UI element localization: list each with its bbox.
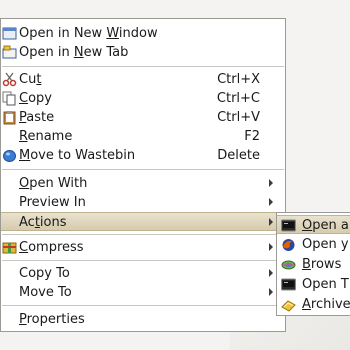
menu-item-paste[interactable]: Paste Ctrl+V [1, 108, 285, 127]
menu-item-move-to[interactable]: Move To [1, 283, 285, 302]
scissors-icon [2, 72, 17, 87]
submenu-arrow-icon [269, 269, 273, 277]
copy-icon [2, 91, 16, 106]
shortcut-label: Ctrl+V [217, 110, 260, 125]
firefox-icon [282, 239, 295, 251]
menu-item-open-with[interactable]: Open With [1, 174, 285, 193]
compress-icon [2, 242, 17, 254]
menu-item-open-new-window[interactable]: Open in New Window [1, 24, 285, 43]
menu-item-label: Paste [19, 110, 55, 125]
submenu-item-label: Open T [302, 277, 349, 292]
menu-item-label: Move to Wastebin [19, 148, 136, 163]
menu-item-label: Open in New Tab [19, 45, 129, 60]
shortcut-label: F2 [244, 129, 260, 144]
menu-separator [2, 234, 284, 235]
menu-separator [2, 305, 284, 306]
menu-item-label: Open With [19, 176, 88, 191]
tab-icon [2, 45, 17, 59]
trash-icon [3, 150, 16, 162]
terminal-icon [281, 219, 296, 232]
menu-item-copy-to[interactable]: Copy To [1, 264, 285, 283]
terminal-icon [281, 278, 296, 291]
menu-item-rename[interactable]: Rename F2 [1, 127, 285, 146]
menu-item-label: Actions [19, 215, 67, 230]
menu-item-label: Open in New Window [19, 26, 158, 41]
menu-item-label: Preview In [19, 195, 86, 210]
menu-separator [2, 260, 284, 261]
menu-item-label: Copy [19, 91, 52, 106]
submenu-item-label: Open y [302, 237, 349, 252]
menu-item-label: Compress [19, 240, 84, 255]
menu-item-move-to-wastebin[interactable]: Move to Wastebin Delete [1, 146, 285, 165]
clipboard-icon [3, 111, 16, 125]
submenu-item-label: Brows [302, 257, 342, 272]
menu-item-label: Copy To [19, 266, 70, 281]
archive-icon [281, 300, 296, 312]
shortcut-label: Delete [217, 148, 260, 163]
menu-item-actions[interactable]: Actions [1, 212, 285, 231]
submenu-item-label: Open a [302, 218, 349, 233]
menu-item-label: Cut [19, 72, 42, 87]
actions-submenu: Open a Open y Brows Open T Archive [276, 212, 350, 316]
submenu-item-open-terminal-2[interactable]: Open T [277, 275, 350, 294]
menu-item-label: Move To [19, 285, 72, 300]
menu-item-copy[interactable]: Copy Ctrl+C [1, 89, 285, 108]
context-menu: Open in New Window Open in New Tab Cut C… [0, 18, 286, 332]
menu-item-label: Rename [19, 129, 73, 144]
submenu-arrow-icon [269, 243, 273, 251]
submenu-arrow-icon [269, 218, 273, 226]
shortcut-label: Ctrl+X [217, 72, 260, 87]
menu-item-preview-in[interactable]: Preview In [1, 193, 285, 212]
menu-item-cut[interactable]: Cut Ctrl+X [1, 70, 285, 89]
submenu-item-archive[interactable]: Archive [277, 295, 350, 314]
submenu-item-open-terminal[interactable]: Open a [277, 215, 350, 234]
submenu-item-browse[interactable]: Brows [277, 255, 350, 274]
menu-item-properties[interactable]: Properties [1, 310, 285, 329]
menu-separator [2, 66, 284, 67]
shortcut-label: Ctrl+C [216, 91, 260, 106]
submenu-arrow-icon [269, 198, 273, 206]
submenu-arrow-icon [269, 179, 273, 187]
submenu-arrow-icon [269, 288, 273, 296]
menu-item-label: Properties [19, 312, 85, 327]
window-icon [2, 27, 17, 40]
menu-item-compress[interactable]: Compress [1, 238, 285, 257]
menu-item-open-new-tab[interactable]: Open in New Tab [1, 43, 285, 62]
browse-icon [281, 260, 296, 270]
submenu-item-label: Archive [302, 297, 350, 312]
submenu-item-open-browser[interactable]: Open y [277, 235, 350, 254]
menu-separator [2, 169, 284, 170]
